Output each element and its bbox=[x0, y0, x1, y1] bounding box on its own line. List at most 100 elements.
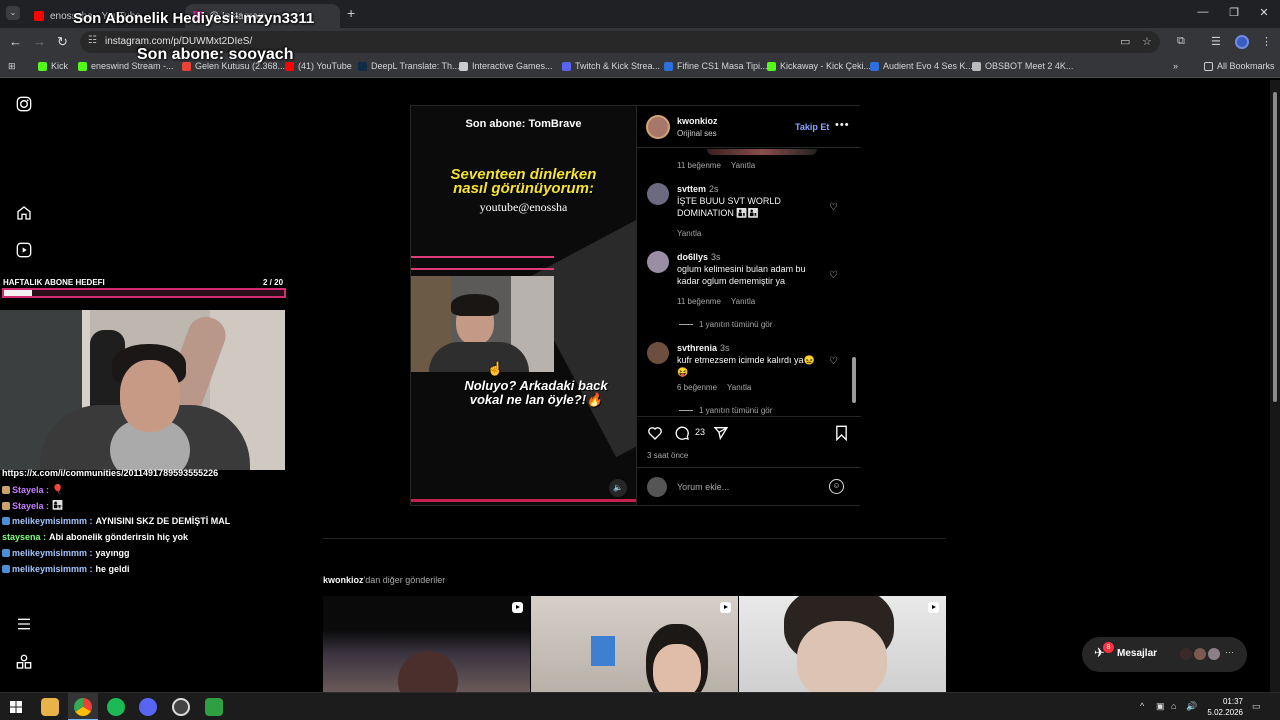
messages-badge: 8 bbox=[1103, 642, 1114, 653]
commenter-avatar[interactable] bbox=[647, 183, 669, 205]
comment-username[interactable]: svttem 2s bbox=[677, 184, 719, 194]
like-comment-icon[interactable]: ♡ bbox=[829, 202, 838, 213]
checkmark-icon bbox=[870, 61, 879, 71]
more-post-thumbnail[interactable] bbox=[323, 596, 530, 693]
reading-list-icon[interactable]: ☰ bbox=[1211, 35, 1221, 48]
more-post-thumbnail[interactable] bbox=[739, 596, 946, 693]
comment-meta: Yanıtla bbox=[677, 229, 702, 238]
minimize-button[interactable]: — bbox=[1193, 6, 1213, 18]
comment-username[interactable]: do6llys 3s bbox=[677, 252, 721, 262]
tab-search-button[interactable]: ⌄ bbox=[6, 6, 20, 20]
close-window-button[interactable]: ✕ bbox=[1254, 6, 1274, 19]
more-options-icon[interactable]: ••• bbox=[835, 119, 850, 131]
bookmarks-overflow-icon[interactable]: » bbox=[1173, 61, 1178, 71]
tray-app-icon[interactable]: ▣ bbox=[1156, 701, 1165, 712]
chat-username: melikeymisimmm : bbox=[12, 564, 93, 574]
bookmark-twitch-kick[interactable]: Twitch & Kick Strea... bbox=[562, 61, 660, 71]
minecraft-icon[interactable] bbox=[205, 698, 223, 716]
reload-icon[interactable]: ↻ bbox=[57, 34, 68, 50]
comment-username[interactable]: svthrenia 3s bbox=[677, 343, 730, 353]
bookmark-star-icon[interactable]: ☆ bbox=[1142, 35, 1152, 48]
home-icon[interactable] bbox=[16, 205, 32, 221]
follow-button[interactable]: Takip Et bbox=[795, 122, 829, 132]
streamer-webcam bbox=[0, 310, 285, 470]
forward-icon[interactable]: → bbox=[33, 34, 46, 49]
taskbar-clock[interactable]: 01:37 5.02.2026 bbox=[1205, 696, 1243, 718]
chat-message: Stayela : 🎈 bbox=[2, 484, 63, 495]
games-icon bbox=[459, 61, 468, 71]
chat-text: Abi abonelik gönderirsin hiç yok bbox=[49, 532, 189, 542]
bookmark-interactive-games[interactable]: Interactive Games... bbox=[459, 61, 553, 71]
chat-username: melikeymisimmm : bbox=[12, 548, 93, 558]
discord-icon[interactable] bbox=[139, 698, 157, 716]
like-heart-icon[interactable] bbox=[647, 425, 663, 441]
chat-text: yayıngg bbox=[95, 548, 130, 558]
windows-start-icon[interactable] bbox=[10, 701, 22, 713]
commenter-avatar[interactable] bbox=[647, 342, 669, 364]
menu-icon[interactable] bbox=[16, 616, 32, 632]
bookmark-audient[interactable]: Audient Evo 4 Ses K... bbox=[870, 61, 973, 71]
restore-button[interactable]: ❐ bbox=[1224, 6, 1244, 19]
notifications-icon[interactable]: ▭ bbox=[1252, 701, 1261, 712]
bookmark-obsbot[interactable]: OBSBOT Meet 2 4K... bbox=[972, 61, 1073, 71]
author-avatar[interactable] bbox=[646, 115, 670, 139]
chat-badge-icon bbox=[2, 501, 10, 510]
chat-username: melikeymisimmm : bbox=[12, 516, 93, 526]
back-icon[interactable]: ← bbox=[9, 34, 22, 49]
video-goal-bar bbox=[411, 256, 554, 270]
instagram-logo-icon[interactable] bbox=[16, 96, 32, 112]
like-comment-icon[interactable]: ♡ bbox=[829, 356, 838, 367]
chat-badge-icon bbox=[2, 517, 10, 525]
deepl-icon bbox=[358, 61, 367, 71]
bookmark-youtube[interactable]: (41) YouTube bbox=[285, 61, 352, 71]
like-comment-icon[interactable]: ♡ bbox=[829, 270, 838, 281]
comments-scrollbar-thumb[interactable] bbox=[852, 357, 856, 403]
cast-icon[interactable]: ▭ bbox=[1120, 35, 1130, 48]
tray-chevron-icon[interactable]: ^ bbox=[1140, 701, 1144, 711]
volume-icon[interactable]: 🔊 bbox=[1186, 701, 1197, 712]
comment-bubble-icon[interactable] bbox=[674, 425, 690, 441]
also-from-meta-icon[interactable] bbox=[16, 654, 32, 670]
obs-icon[interactable] bbox=[172, 698, 190, 716]
extensions-icon[interactable]: ⧉ bbox=[1177, 35, 1185, 48]
bookmark-fifine[interactable]: Fifine CS1 Masa Tipi... bbox=[664, 61, 768, 71]
network-icon[interactable]: ⌂ bbox=[1171, 701, 1176, 711]
message-avatar bbox=[1179, 647, 1193, 661]
commenter-avatar[interactable] bbox=[647, 251, 669, 273]
comment-meta: 11 beğenme Yanıtla bbox=[677, 297, 756, 306]
add-comment-input[interactable]: Yorum ekle... bbox=[677, 482, 729, 492]
post-dialog: Son abone: TomBrave Seventeen dinlerken … bbox=[410, 105, 861, 506]
windows-taskbar: ^ ▣ ⌂ 🔊 01:37 5.02.2026 ▭ bbox=[0, 692, 1280, 720]
bookmark-kick[interactable]: Kick bbox=[38, 61, 68, 71]
author-username[interactable]: kwonkioz bbox=[677, 116, 718, 126]
post-video[interactable]: Son abone: TomBrave Seventeen dinlerken … bbox=[411, 106, 636, 505]
reels-icon[interactable] bbox=[16, 242, 32, 258]
more-post-thumbnail[interactable] bbox=[531, 596, 738, 693]
menu-kebab-icon[interactable]: ⋮ bbox=[1261, 35, 1272, 48]
share-send-icon[interactable] bbox=[713, 425, 729, 441]
profile-avatar[interactable] bbox=[1235, 35, 1249, 49]
comment-text: kufr etmezsem icimde kalırdı ya😖😝 bbox=[677, 355, 815, 377]
comments-list: 11 beğenme Yanıtla svttem 2s İŞTE BUUU SVT… bbox=[637, 149, 855, 415]
bookmark-deepl[interactable]: DeepL Translate: Th... bbox=[358, 61, 460, 71]
emoji-icon[interactable]: ☺ bbox=[829, 479, 844, 494]
reel-icon bbox=[512, 602, 523, 613]
spotify-icon[interactable] bbox=[107, 698, 125, 716]
audio-label[interactable]: Orijinal ses bbox=[677, 129, 717, 138]
save-bookmark-icon[interactable] bbox=[834, 425, 849, 441]
chrome-icon[interactable] bbox=[74, 698, 92, 716]
new-tab-button[interactable]: + bbox=[347, 5, 355, 21]
apps-grid-icon[interactable]: ⊞ bbox=[8, 61, 16, 72]
page-scrollbar[interactable] bbox=[1270, 80, 1280, 692]
scrollbar-thumb[interactable] bbox=[1273, 92, 1277, 402]
bookmark-kickaway[interactable]: Kickaway - Kick Çeki... bbox=[767, 61, 871, 71]
comments-scrollbar[interactable] bbox=[850, 149, 858, 415]
view-replies-button[interactable]: 1 yanıtın tümünü gör bbox=[679, 320, 772, 329]
view-replies-button[interactable]: 1 yanıtın tümünü gör bbox=[679, 406, 772, 415]
all-bookmarks[interactable]: All Bookmarks bbox=[1204, 61, 1275, 71]
messages-button[interactable]: ✈ 8 Mesajlar ··· bbox=[1082, 637, 1247, 672]
speaker-muted-icon[interactable]: 🔈 bbox=[609, 479, 627, 497]
file-explorer-icon[interactable] bbox=[41, 698, 59, 716]
video-progress-bar[interactable] bbox=[411, 499, 636, 502]
site-info-icon[interactable]: ☷ bbox=[88, 35, 97, 46]
